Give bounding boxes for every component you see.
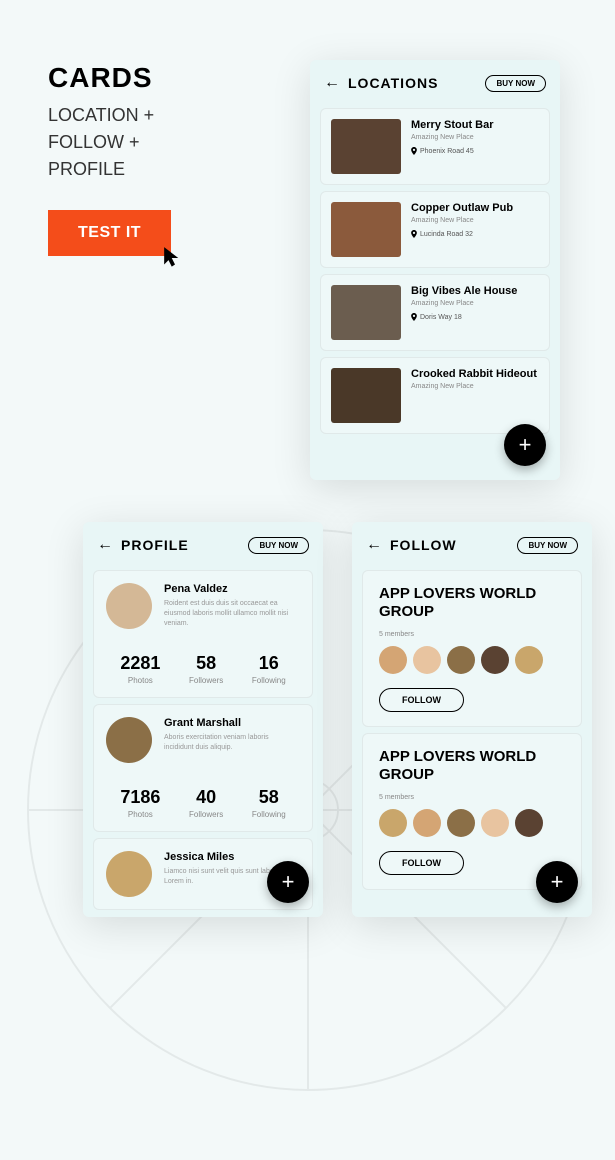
member-avatar [515,809,543,837]
location-address: Lucinda Road 32 [411,230,539,238]
location-card[interactable]: Crooked Rabbit Hideout Amazing New Place [320,357,550,434]
avatar [106,717,152,763]
avatar [106,583,152,629]
stat-following: 58 [252,787,286,808]
location-image [331,202,401,257]
follow-screen: ← FOLLOW BUY NOW APP LOVERS WORLD GROUP … [352,522,592,917]
member-avatar [413,809,441,837]
buy-now-button[interactable]: BUY NOW [485,75,546,92]
location-image [331,285,401,340]
location-card[interactable]: Copper Outlaw Pub Amazing New Place Luci… [320,191,550,268]
location-card[interactable]: Big Vibes Ale House Amazing New Place Do… [320,274,550,351]
location-name: Merry Stout Bar [411,119,539,131]
location-name: Big Vibes Ale House [411,285,539,297]
location-image [331,368,401,423]
group-title: APP LOVERS WORLD GROUP [379,748,565,784]
profile-card[interactable]: Pena Valdez Roident est duis duis sit oc… [93,570,313,698]
members-count: 5 members [379,631,565,638]
profile-bio: Aboris exercitation veniam laboris incid… [164,733,300,753]
add-fab[interactable]: + [536,861,578,903]
location-address: Doris Way 18 [411,313,539,321]
page-title: CARDS [48,62,154,94]
location-subtitle: Amazing New Place [411,300,539,307]
follow-button[interactable]: FOLLOW [379,851,464,875]
back-icon[interactable]: ← [366,536,382,554]
stat-following: 16 [252,653,286,674]
member-avatar [447,646,475,674]
members-count: 5 members [379,794,565,801]
stat-photos: 7186 [120,787,160,808]
member-avatar [379,646,407,674]
stat-followers: 58 [189,653,223,674]
screen-title: FOLLOW [390,537,457,553]
member-avatar [481,809,509,837]
follow-button[interactable]: FOLLOW [379,688,464,712]
cursor-icon [162,245,188,271]
location-address: Phoenix Road 45 [411,147,539,155]
test-it-button[interactable]: TEST IT [48,210,171,256]
location-subtitle: Amazing New Place [411,217,539,224]
group-title: APP LOVERS WORLD GROUP [379,585,565,621]
member-avatar [515,646,543,674]
avatar [106,851,152,897]
member-avatar [413,646,441,674]
location-image [331,119,401,174]
location-name: Crooked Rabbit Hideout [411,368,539,380]
page-subtitle: LOCATION +FOLLOW +PROFILE [48,102,154,183]
add-fab[interactable]: + [504,424,546,466]
profile-name: Jessica Miles [164,851,300,863]
stat-followers: 40 [189,787,223,808]
pin-icon [411,313,417,321]
profile-card[interactable]: Grant Marshall Aboris exercitation venia… [93,704,313,832]
back-icon[interactable]: ← [97,536,113,554]
location-card[interactable]: Merry Stout Bar Amazing New Place Phoeni… [320,108,550,185]
member-avatar [379,809,407,837]
location-name: Copper Outlaw Pub [411,202,539,214]
locations-screen: ← LOCATIONS BUY NOW Merry Stout Bar Amaz… [310,60,560,480]
buy-now-button[interactable]: BUY NOW [517,537,578,554]
screen-title: PROFILE [121,537,189,553]
profile-name: Grant Marshall [164,717,300,729]
location-subtitle: Amazing New Place [411,134,539,141]
profile-name: Pena Valdez [164,583,300,595]
profile-screen: ← PROFILE BUY NOW Pena Valdez Roident es… [83,522,323,917]
profile-bio: Roident est duis duis sit occaecat ea ei… [164,599,300,628]
member-avatar [481,646,509,674]
back-icon[interactable]: ← [324,74,340,92]
buy-now-button[interactable]: BUY NOW [248,537,309,554]
screen-title: LOCATIONS [348,75,438,91]
stat-photos: 2281 [120,653,160,674]
follow-card: APP LOVERS WORLD GROUP 5 members FOLLOW [362,570,582,727]
location-subtitle: Amazing New Place [411,383,539,390]
pin-icon [411,147,417,155]
add-fab[interactable]: + [267,861,309,903]
pin-icon [411,230,417,238]
member-avatar [447,809,475,837]
